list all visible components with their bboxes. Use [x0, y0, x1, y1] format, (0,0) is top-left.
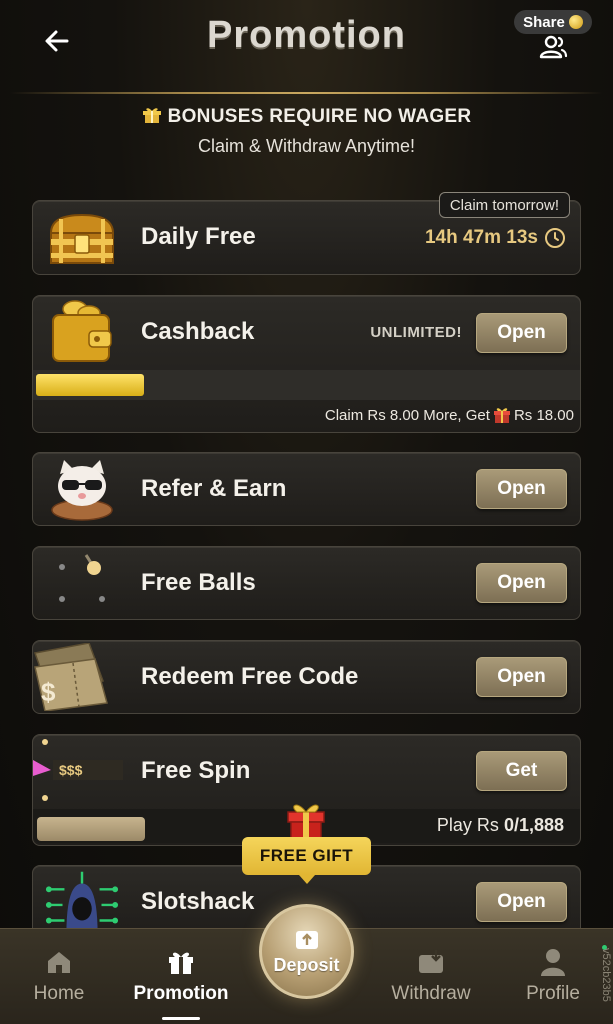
user-icon — [538, 947, 568, 977]
wallet-coins-icon — [43, 298, 121, 362]
bonus-headline: BONUSES REQUIRE NO WAGER — [0, 106, 613, 128]
free-spin-note: Play Rs 0/1,888 — [437, 815, 564, 836]
free-balls-open-button[interactable]: Open — [476, 563, 567, 603]
timer-text: 14h 47m 13s — [424, 227, 538, 248]
redeem-code-open-button[interactable]: Open — [476, 657, 567, 697]
nav-active-indicator — [162, 1017, 200, 1020]
redeem-code-card[interactable]: $ Redeem Free Code Open — [32, 640, 581, 714]
cashback-title: Cashback — [141, 318, 255, 345]
unlimited-tag: UNLIMITED! — [370, 324, 462, 341]
cashback-open-button[interactable]: Open — [476, 313, 567, 353]
balls-icon — [43, 551, 121, 615]
cat-sunglasses-icon — [43, 457, 121, 521]
free-spin-note-prefix: Play Rs — [436, 815, 504, 835]
wallet-download-icon — [416, 947, 446, 977]
free-spin-get-button[interactable]: Get — [476, 751, 567, 791]
nav-profile-label: Profile — [526, 983, 580, 1004]
nav-profile[interactable]: Profile — [498, 929, 608, 1024]
treasure-chest-icon — [43, 207, 121, 271]
nav-withdraw[interactable]: Withdraw — [376, 929, 486, 1024]
header: Promotion Share — [0, 0, 613, 92]
claim-tomorrow-badge: Claim tomorrow! — [438, 192, 570, 218]
free-spin-note-value: 0/1,888 — [503, 815, 564, 835]
cashback-card[interactable]: Cashback UNLIMITED! Open Claim Rs 8.00 M… — [32, 295, 581, 433]
deposit-icon — [295, 931, 318, 949]
nav-withdraw-label: Withdraw — [391, 983, 471, 1004]
bonus-headline-text: BONUSES REQUIRE NO WAGER — [167, 106, 472, 127]
deposit-label: Deposit — [273, 955, 340, 975]
free-gift-button[interactable]: FREE GIFT — [242, 837, 371, 884]
refer-earn-card[interactable]: Refer & Earn Open — [32, 452, 581, 526]
cashback-progress-bar — [33, 370, 580, 400]
share-button[interactable]: Share — [514, 10, 592, 34]
refer-earn-open-button[interactable]: Open — [476, 469, 567, 509]
home-icon — [44, 947, 74, 977]
cashback-note-prefix: Claim Rs 8.00 More, Get — [324, 406, 490, 424]
gift-box-icon — [287, 804, 325, 841]
cashback-note-reward: Rs 18.00 — [513, 406, 574, 424]
ticket-dollar-icon: $ — [33, 643, 121, 711]
clock-icon — [545, 228, 565, 248]
redeem-code-title: Redeem Free Code — [141, 663, 359, 690]
ticket-text: $$$ — [59, 762, 83, 778]
gift-icon — [493, 408, 510, 423]
svg-text:$: $ — [41, 677, 56, 707]
free-spin-title: Free Spin — [141, 757, 251, 784]
free-balls-title: Free Balls — [141, 569, 256, 596]
nav-home[interactable]: Home — [4, 929, 114, 1024]
version-label: v52cb23b5 — [600, 948, 612, 1002]
deposit-button[interactable]: Deposit — [259, 904, 354, 999]
free-spin-progress-fill — [37, 817, 145, 841]
free-balls-card[interactable]: Free Balls Open — [32, 546, 581, 620]
nav-promotion-label: Promotion — [133, 983, 229, 1004]
spin-ticket-icon: $$$ — [33, 737, 129, 801]
slotshack-open-button[interactable]: Open — [476, 882, 567, 922]
coin-icon — [568, 15, 583, 29]
users-icon[interactable] — [538, 34, 568, 60]
gift-icon — [142, 108, 161, 123]
daily-free-timer: 14h 47m 13s — [425, 227, 566, 249]
nav-promotion[interactable]: Promotion — [126, 929, 236, 1024]
gift-icon — [166, 947, 196, 977]
cashback-progress-fill — [36, 374, 145, 396]
slotshack-title: Slotshack — [141, 888, 255, 915]
bonus-subline: Claim & Withdraw Anytime! — [197, 136, 416, 156]
cashback-note: Claim Rs 8.00 More, Get Rs 18.00 — [325, 406, 574, 424]
header-divider — [10, 92, 603, 94]
daily-free-card[interactable]: Daily Free Claim tomorrow! 14h 47m 13s — [32, 192, 581, 275]
hacker-icon — [43, 870, 121, 935]
refer-earn-title: Refer & Earn — [141, 475, 287, 502]
share-label: Share — [523, 13, 565, 31]
daily-free-title: Daily Free — [141, 223, 256, 250]
nav-home-label: Home — [33, 983, 85, 1004]
